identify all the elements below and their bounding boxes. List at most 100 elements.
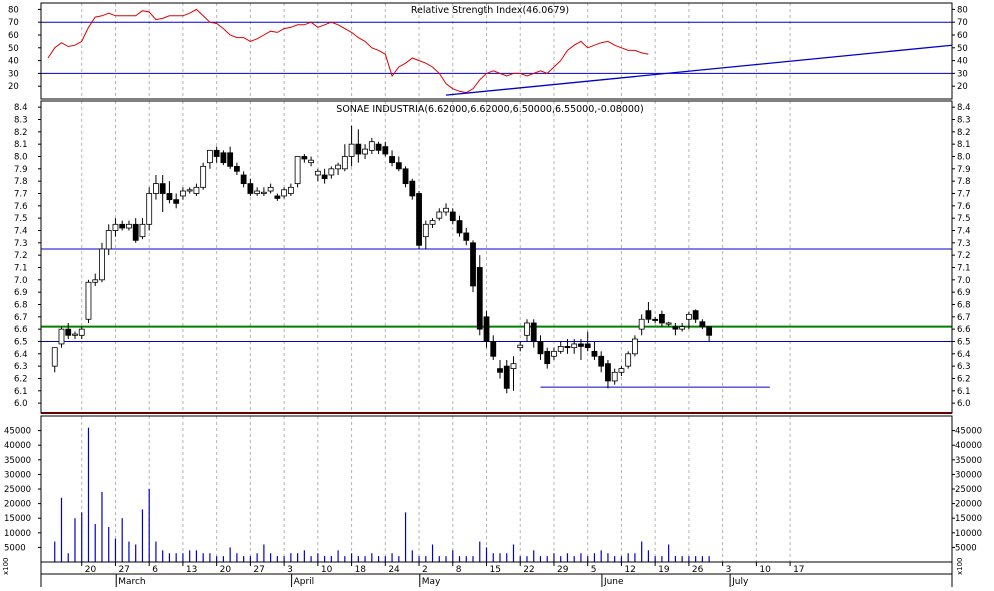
price-tick-label-left: 6.1 [14, 387, 28, 397]
candle-body [551, 350, 557, 357]
rsi-tick-label-left: 50 [8, 44, 19, 54]
stock-chart: 20 20 30 30 40 40 50 50 60 60 70 70 80 80 6.0 6.0 6.1 6.1… [0, 0, 994, 587]
candle-body [166, 193, 173, 201]
candle-body [207, 149, 213, 164]
price-tick-label-right: 6.9 [957, 288, 971, 298]
candle-body [578, 343, 584, 347]
month-label: April [294, 577, 315, 587]
price-tick-label-right: 7.3 [957, 239, 971, 249]
x-tick-label: 29 [557, 565, 569, 575]
price-tick-label-right: 6.4 [957, 350, 971, 360]
volume-tick-label-left: 35000 [4, 456, 31, 466]
rsi-tick-label-left: 30 [8, 69, 19, 79]
volume-tick-label-right: 40000 [955, 441, 982, 451]
candle-body [99, 248, 105, 281]
volume-tick-label-right: 35000 [955, 456, 982, 466]
rsi-tick-label-right: 60 [957, 31, 968, 41]
candle-body [443, 207, 449, 213]
rsi-tick-label-right: 80 [957, 5, 968, 15]
candle-body [126, 223, 132, 229]
price-tick-label-left: 7.7 [14, 189, 28, 199]
candle-body [65, 328, 72, 336]
volume-tick-label-left: 15000 [4, 514, 31, 524]
price-tick-label-right: 8.1 [957, 140, 971, 150]
candle-body [51, 347, 58, 367]
candle-body [186, 189, 193, 192]
price-tick-label-right: 7.8 [957, 177, 971, 187]
candle-body [436, 211, 443, 219]
price-tick-label-right: 6.3 [957, 362, 971, 372]
candle-body [301, 156, 308, 160]
candle-body [153, 183, 159, 194]
candle-body [537, 341, 544, 355]
candle-body [119, 223, 126, 229]
month-label: June [603, 577, 624, 587]
chart-root: 20 20 30 30 40 40 50 50 60 60 70 70 80 80 6.0 6.0 6.1 6.1… [0, 0, 994, 587]
candle-body [564, 346, 571, 349]
candle-body [254, 190, 261, 194]
price-tick-label-left: 8.2 [14, 128, 28, 138]
price-tick-label-left: 6.3 [14, 362, 28, 372]
candle-body [314, 170, 321, 176]
price-tick-label-right: 7.6 [957, 202, 971, 212]
price-tick-label-left: 6.4 [14, 350, 28, 360]
x-tick-label: 12 [624, 565, 635, 575]
price-tick-label-right: 7.9 [957, 165, 971, 175]
x-tick-label: 20 [220, 565, 232, 575]
candle-body [679, 326, 686, 330]
price-tick-label-left: 7.8 [14, 177, 28, 187]
price-tick-label-left: 7.5 [14, 214, 28, 224]
rsi-tick-label-left: 80 [8, 5, 19, 15]
candle-body [139, 223, 146, 238]
candle-body [665, 322, 672, 325]
x-tick-label: 3 [726, 565, 732, 575]
candle-body [274, 195, 281, 199]
price-tick-label-left: 7.3 [14, 239, 28, 249]
rsi-title: Relative Strength Index(46.0679) [411, 5, 569, 16]
candle-body [281, 189, 288, 197]
candle-body [78, 328, 85, 336]
candle-body [557, 346, 564, 352]
candle-body [476, 267, 483, 330]
price-tick-label-left: 7.2 [14, 251, 28, 261]
candle-body [456, 220, 463, 234]
price-tick-label-left: 6.6 [14, 325, 28, 335]
price-tick-label-right: 8.2 [957, 128, 971, 138]
candle-body [159, 183, 166, 194]
price-tick-label-right: 7.2 [957, 251, 971, 261]
candle-body [193, 186, 200, 194]
candle-body [220, 152, 227, 164]
rsi-tick-label-left: 20 [8, 82, 19, 92]
candle-body [632, 338, 638, 355]
candle-body [591, 350, 598, 357]
volume-unit-label-left: x100 [2, 557, 10, 575]
candle-body [240, 174, 247, 185]
x-tick-label: 15 [490, 565, 501, 575]
candle-body [503, 365, 510, 389]
price-tick-label-right: 7.7 [957, 189, 971, 199]
x-tick-label: 24 [388, 565, 400, 575]
x-tick-label: 26 [692, 565, 704, 575]
x-tick-label: 19 [658, 565, 670, 575]
price-tick-label-left: 7.6 [14, 202, 28, 212]
candle-body [132, 223, 139, 241]
candle-body [180, 190, 186, 197]
rsi-tick-label-left: 60 [8, 31, 19, 41]
rsi-tick-label-left: 70 [8, 18, 19, 28]
x-tick-label: 13 [186, 565, 197, 575]
volume-tick-label-left: 30000 [4, 470, 31, 480]
volume-tick-label-left: 5000 [4, 543, 26, 553]
candle-body [287, 186, 294, 194]
rsi-tick-label-left: 40 [8, 57, 19, 67]
candle-body [706, 326, 713, 336]
x-tick-label: 27 [118, 565, 129, 575]
x-tick-label: 3 [287, 565, 293, 575]
month-label: July [731, 577, 749, 587]
candle-body [247, 183, 254, 194]
price-tick-label-left: 8.1 [14, 140, 28, 150]
price-tick-label-right: 8.4 [957, 103, 971, 113]
candle-body [685, 313, 692, 320]
volume-tick-label-left: 40000 [4, 441, 31, 451]
price-tick-label-left: 7.9 [14, 165, 28, 175]
x-tick-label: 17 [793, 565, 804, 575]
